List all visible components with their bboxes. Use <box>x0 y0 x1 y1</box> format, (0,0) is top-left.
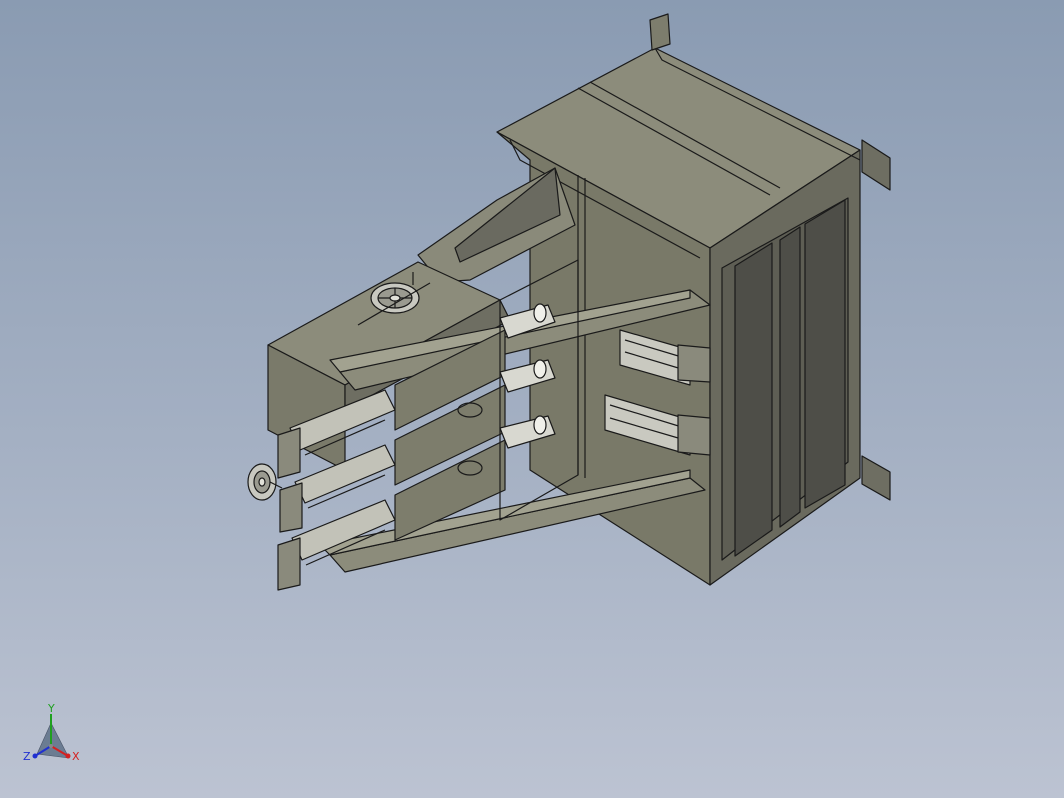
triad-x-label: X <box>72 750 80 763</box>
triad-y-label: Y <box>47 702 55 715</box>
cad-graphics-viewport[interactable]: Y X Z <box>0 0 1064 798</box>
triad-z-label: Z <box>23 750 31 763</box>
side-handwheel-icon[interactable] <box>247 463 283 501</box>
orientation-triad: Y X Z <box>20 702 90 772</box>
isometric-machine-model[interactable] <box>0 0 1064 798</box>
